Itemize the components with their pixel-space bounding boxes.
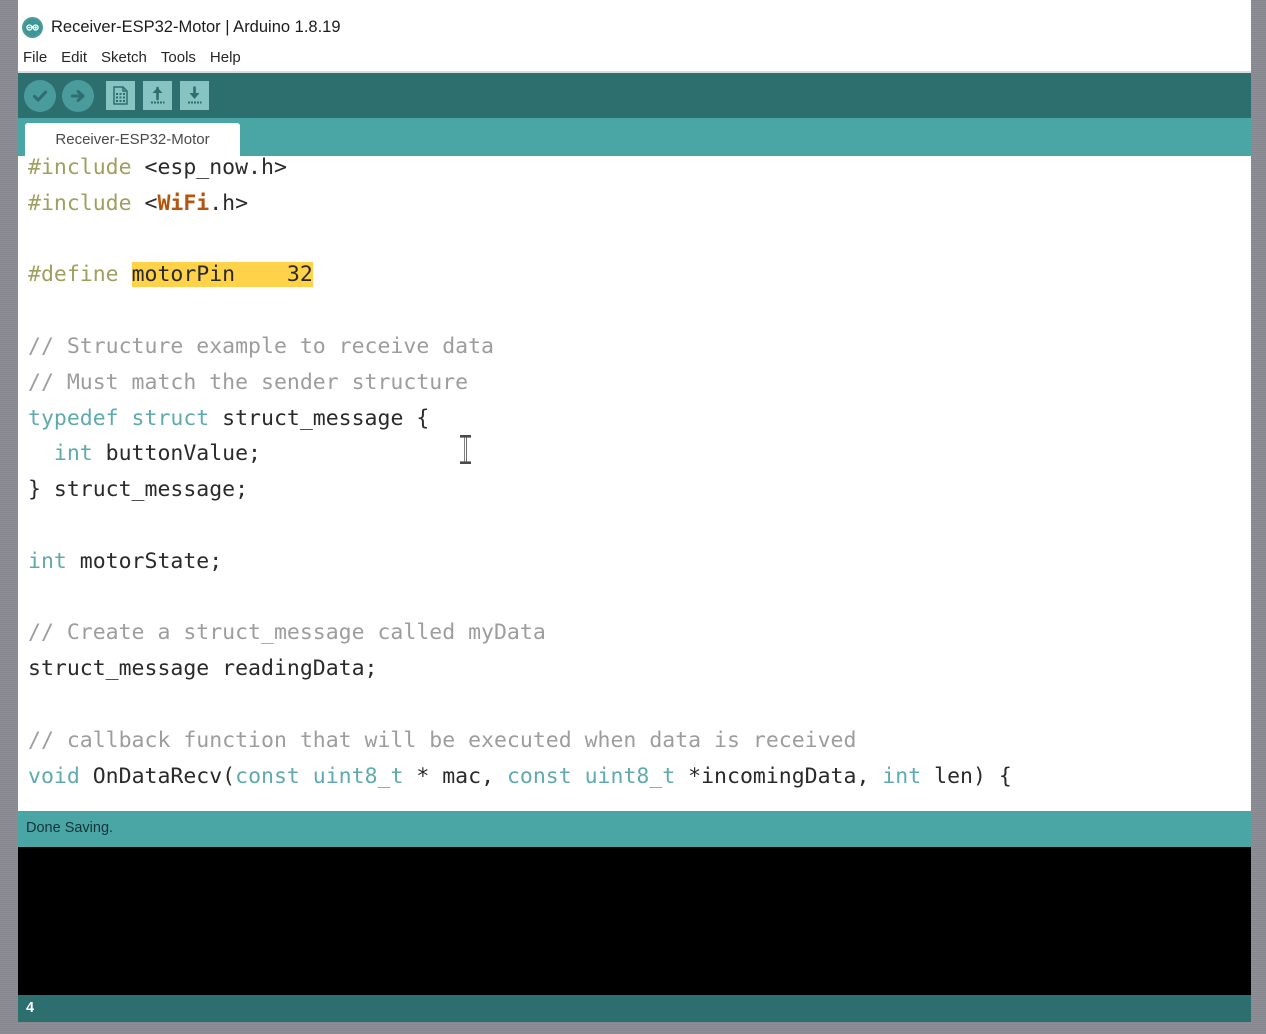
code-line-12: int motorState; (28, 544, 222, 580)
arduino-logo-icon (22, 17, 43, 38)
selected-text: motorPin 32 (131, 262, 313, 288)
code-line-15: struct_message readingData; (28, 651, 378, 687)
code-line-4: #define motorPin 32 (28, 257, 313, 293)
verify-button[interactable] (24, 80, 56, 112)
code-token: const uint8_t (506, 763, 689, 789)
code-token: } struct_message; (28, 477, 249, 503)
code-token: #include (28, 190, 145, 216)
menu-item-file[interactable]: File (23, 45, 55, 70)
code-token: <esp_now.h> (144, 156, 287, 180)
code-line-8: typedef struct struct_message { (28, 401, 429, 437)
code-token: #define (28, 262, 132, 288)
code-line-7: // Must match the sender structure (28, 365, 468, 401)
new-document-icon (113, 86, 128, 105)
code-token: int (882, 763, 935, 789)
code-token: struct_message readingData; (28, 656, 378, 682)
checkmark-icon (32, 90, 48, 102)
code-editor[interactable]: #include <esp_now.h> #include <WiFi.h> #d… (18, 156, 1251, 809)
code-token: // Create a struct_message called myData (28, 620, 546, 646)
open-sketch-button[interactable] (143, 81, 172, 110)
code-line-10: } struct_message; (28, 472, 248, 508)
title-bar: Receiver-ESP32-Motor | Arduino 1.8.19 (18, 0, 1251, 44)
tab-label: Receiver-ESP32-Motor (55, 131, 210, 148)
arrow-down-icon (188, 86, 202, 104)
tab-receiver-esp32-motor[interactable]: Receiver-ESP32-Motor (25, 123, 240, 156)
toolbar (18, 73, 1251, 118)
desktop-background: Receiver-ESP32-Motor | Arduino 1.8.19 Fi… (0, 0, 1266, 1034)
arrow-up-icon (151, 86, 165, 104)
code-token: int (28, 441, 106, 467)
text-ibeam-cursor (460, 435, 471, 464)
code-token: buttonValue; (105, 441, 262, 467)
code-token: .h> (209, 190, 249, 216)
code-token: motorState; (79, 548, 223, 574)
code-line-6: // Structure example to receive data (28, 329, 494, 365)
tab-strip: Receiver-ESP32-Motor (18, 118, 1251, 156)
code-token: < (144, 190, 158, 216)
code-token: typedef struct (28, 405, 223, 431)
code-token: OnDataRecv( (92, 763, 236, 789)
status-bar: Done Saving. (18, 811, 1251, 847)
menu-item-help[interactable]: Help (210, 45, 249, 70)
code-token: const uint8_t (235, 763, 417, 789)
code-line-18: void OnDataRecv(const uint8_t * mac, con… (28, 759, 1012, 795)
bottom-bar: 4 (18, 995, 1251, 1022)
window-title: Receiver-ESP32-Motor | Arduino 1.8.19 (51, 18, 341, 36)
code-token: *incomingData, (688, 763, 883, 789)
line-number-indicator: 4 (26, 1000, 35, 1016)
menu-item-sketch[interactable]: Sketch (101, 45, 155, 70)
code-token: // Structure example to receive data (28, 334, 494, 359)
console-output[interactable] (18, 847, 1251, 995)
code-line-9: int buttonValue; (28, 436, 261, 472)
code-token: int (28, 548, 80, 574)
upload-button[interactable] (62, 80, 94, 112)
code-token: len) { (934, 763, 1012, 789)
arrow-right-icon (70, 90, 85, 102)
menu-item-edit[interactable]: Edit (61, 45, 95, 70)
code-token: * mac, (416, 763, 507, 789)
arduino-ide-window: Receiver-ESP32-Motor | Arduino 1.8.19 Fi… (18, 0, 1251, 1022)
menu-item-tools[interactable]: Tools (161, 45, 204, 70)
code-token: // Must match the sender structure (28, 369, 469, 395)
code-token: #include (28, 156, 145, 180)
status-message: Done Saving. (26, 820, 114, 836)
code-line-17: // callback function that will be execut… (28, 723, 856, 759)
new-sketch-button[interactable] (106, 81, 135, 110)
code-token: // callback function that will be execut… (28, 727, 857, 753)
code-token: void (28, 763, 93, 789)
code-token: WiFi (157, 190, 210, 216)
code-line-14: // Create a struct_message called myData (28, 615, 546, 651)
menu-bar: File Edit Sketch Tools Help (18, 45, 1251, 70)
save-sketch-button[interactable] (180, 81, 209, 110)
code-line-1: #include <esp_now.h> (28, 156, 287, 186)
code-token: struct_message { (222, 405, 430, 431)
code-line-2: #include <WiFi.h> (28, 186, 248, 222)
